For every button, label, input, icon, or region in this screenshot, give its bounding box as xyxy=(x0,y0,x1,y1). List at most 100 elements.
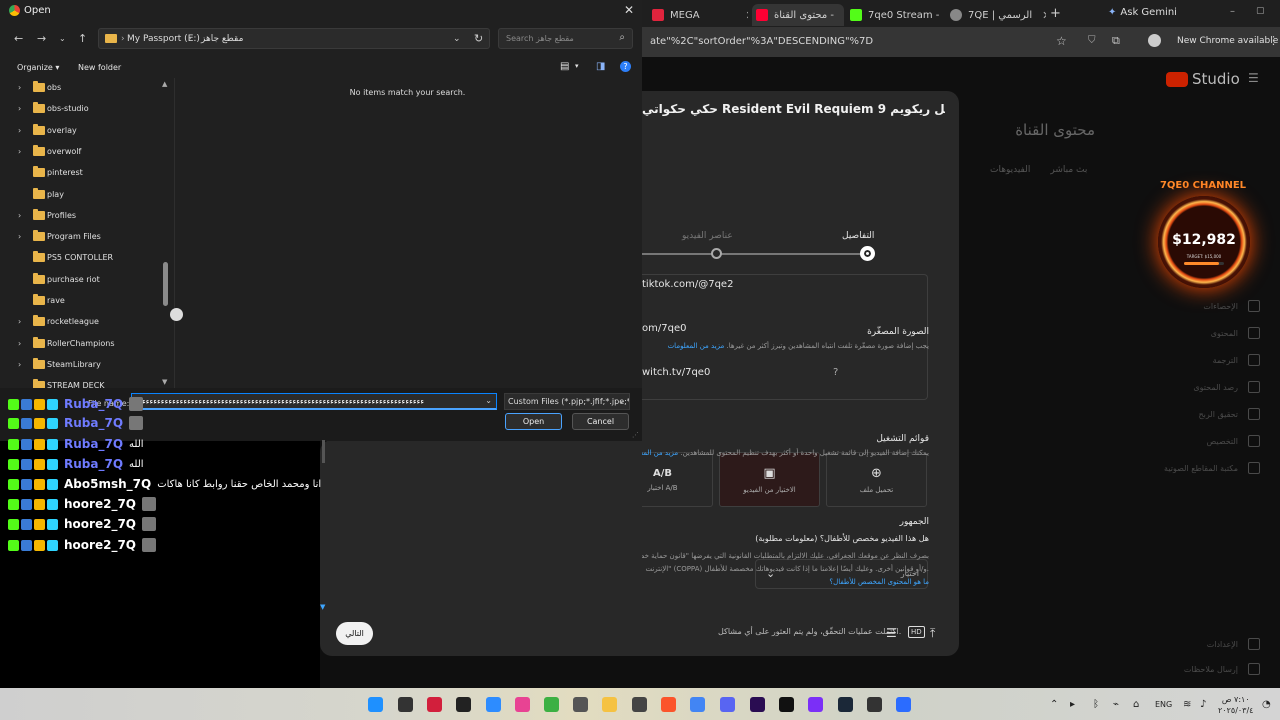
sidebar-item-customization[interactable]: التخصيص xyxy=(1150,435,1260,447)
language-indicator[interactable]: ENG xyxy=(1155,700,1172,709)
lightning-icon[interactable] xyxy=(456,697,471,712)
tray-network-icon[interactable]: ⌂ xyxy=(1133,699,1139,710)
extensions-icon[interactable]: ⧉ xyxy=(1112,34,1120,48)
studio-logo[interactable]: Studio xyxy=(1166,70,1240,88)
chevron-right-icon[interactable]: › xyxy=(18,339,21,348)
description-field[interactable]: tiktok.com/@7qe2 om/7qe0 witch.tv/7qe0 xyxy=(642,274,928,400)
refresh-icon[interactable]: ↻ xyxy=(474,32,483,45)
step-video-elements-dot[interactable] xyxy=(711,248,722,259)
app-pink-icon[interactable] xyxy=(515,697,530,712)
windows-start-icon[interactable] xyxy=(368,697,383,712)
browser-tab-7qe[interactable]: 7QE | الرسمي ✕ xyxy=(950,4,1046,26)
sidebar-item-feedback[interactable]: إرسال ملاحظات xyxy=(1150,663,1260,675)
clock[interactable]: ٧:١٠ ص ٢٠٢٥/٠٣/٤ xyxy=(1218,694,1253,716)
minimize-icon[interactable]: – xyxy=(1230,6,1235,17)
new-folder-button[interactable]: New folder xyxy=(78,63,121,72)
scroll-down-icon[interactable]: ▼ xyxy=(320,603,325,611)
chevron-down-icon[interactable]: ▾ xyxy=(575,62,579,70)
filetype-select[interactable]: Custom Files (*.pjp;*.jfif;*.jpe;*. ⌄ xyxy=(504,393,630,410)
folder-tree-item[interactable]: rave xyxy=(0,291,165,312)
sidebar-item-subtitles[interactable]: الترجمة xyxy=(1150,354,1260,366)
help-icon[interactable]: ? xyxy=(620,61,631,72)
chat-username[interactable]: hoore2_7Q xyxy=(64,497,136,511)
hamburger-icon[interactable]: ☰ xyxy=(1248,71,1259,85)
forward-icon[interactable]: → xyxy=(37,32,46,45)
step-details-dot[interactable] xyxy=(860,246,875,261)
profile-avatar[interactable] xyxy=(1148,34,1161,47)
thumbnail-learn-more-link[interactable]: مزيد من المعلومات xyxy=(668,342,725,350)
folder-tree-item[interactable]: › rocketleague xyxy=(0,312,165,333)
pane-divider[interactable] xyxy=(174,78,175,388)
chat-username[interactable]: Ruba_7Q xyxy=(64,457,123,471)
chevron-down-icon[interactable]: ⌄ xyxy=(453,34,461,44)
close-icon[interactable]: ✕ xyxy=(746,9,748,22)
browser-tab-mega[interactable]: MEGA ✕ xyxy=(652,4,748,26)
recent-locations-icon[interactable]: ⌄ xyxy=(59,34,66,43)
choose-from-video-button[interactable]: ▣ الاختيار من الفيديو xyxy=(719,452,820,507)
view-mode-icon[interactable]: ▤ xyxy=(560,61,569,72)
wifi-icon[interactable]: ≋ xyxy=(1183,699,1191,710)
chat-username[interactable]: Ruba_7Q xyxy=(64,416,123,430)
sidebar-item-content[interactable]: المحتوى xyxy=(1150,327,1260,339)
next-button[interactable]: التالي xyxy=(336,622,373,645)
chevron-right-icon[interactable]: › xyxy=(18,126,21,135)
app-blue-icon[interactable] xyxy=(486,697,501,712)
sidebar-item-copyright[interactable]: رصد المحتوى xyxy=(1150,381,1260,393)
chevron-down-icon[interactable]: ⌄ xyxy=(485,396,492,405)
sidebar-item-earn[interactable]: تحقيق الربح xyxy=(1150,408,1260,420)
chevron-right-icon[interactable]: › xyxy=(18,147,21,156)
search-icon[interactable] xyxy=(398,697,413,712)
folder-tree-item[interactable]: PS5 CONTOLLER xyxy=(0,248,165,269)
app-rec-icon[interactable] xyxy=(867,697,882,712)
app-green-icon[interactable] xyxy=(544,697,559,712)
folder-tree-item[interactable]: › SteamLibrary xyxy=(0,355,165,376)
sidebar-item-audio-library[interactable]: مكتبة المقاطع الصوتية xyxy=(1150,462,1260,474)
chevron-right-icon[interactable]: › xyxy=(18,83,21,92)
search-input[interactable]: Search مقطع جاهز ⌕ xyxy=(498,28,633,49)
app-tile-icon[interactable] xyxy=(896,697,911,712)
tray-arrow-icon[interactable]: ⌃ xyxy=(1050,699,1058,710)
scroll-down-icon[interactable]: ▼ xyxy=(162,378,167,386)
tab-videos[interactable]: الفيديوهات xyxy=(990,165,1030,175)
new-chrome-available-button[interactable]: New Chrome available xyxy=(1177,36,1278,46)
folder-tree-item[interactable]: STREAM DECK xyxy=(0,376,165,388)
tab-live[interactable]: بث مباشر xyxy=(1050,165,1087,175)
folder-tree-item[interactable]: › overlay xyxy=(0,121,165,142)
help-icon[interactable]: ? xyxy=(833,367,838,378)
tray-bluetooth-icon[interactable]: ᛒ xyxy=(1093,699,1099,710)
preview-pane-icon[interactable]: ◨ xyxy=(596,61,605,72)
folder-tree-item[interactable]: › Program Files xyxy=(0,227,165,248)
chat-username[interactable]: hoore2_7Q xyxy=(64,517,136,531)
menu-icon[interactable]: ⋮ xyxy=(1268,34,1279,47)
new-tab-button[interactable]: + xyxy=(1050,6,1061,21)
tray-usb-icon[interactable]: ⌁ xyxy=(1113,699,1119,710)
chevron-right-icon[interactable]: › xyxy=(18,232,21,241)
open-button[interactable]: Open xyxy=(505,413,562,430)
tree-scrollbar[interactable] xyxy=(163,262,168,306)
capcut-icon[interactable] xyxy=(779,697,794,712)
app-red-icon[interactable] xyxy=(427,697,442,712)
cancel-button[interactable]: Cancel xyxy=(572,413,629,430)
folder-tree-item[interactable]: › RollerChampions xyxy=(0,334,165,355)
upload-thumbnail-button[interactable]: ⊕ تحميل ملف xyxy=(826,452,927,507)
browser-tab-channel-content[interactable]: محتوى القناة - ✕ xyxy=(752,4,844,26)
ab-test-button[interactable]: A/B اختبار A/B xyxy=(642,452,713,507)
app-grid-icon[interactable] xyxy=(808,697,823,712)
folder-tree-item[interactable]: › obs xyxy=(0,78,165,99)
audience-link[interactable]: ما هو المحتوى المخصص للأطفال؟ xyxy=(829,578,929,586)
organize-button[interactable]: Organize ▾ xyxy=(17,63,59,72)
file-explorer-icon[interactable] xyxy=(602,697,617,712)
chevron-right-icon[interactable]: › xyxy=(18,360,21,369)
playlists-learn-more-link[interactable]: مزيد من المعلومات xyxy=(642,449,678,457)
folder-tree-item[interactable]: pinterest xyxy=(0,163,165,184)
folder-tree-item[interactable]: › overwolf xyxy=(0,142,165,163)
close-icon[interactable]: ✕ xyxy=(1042,9,1046,22)
folder-tree-item[interactable]: purchase riot xyxy=(0,270,165,291)
shield-icon[interactable]: ⛉ xyxy=(1088,35,1096,46)
scroll-up-icon[interactable]: ▲ xyxy=(162,80,167,88)
chat-username[interactable]: Ruba_7Q xyxy=(64,437,123,451)
close-icon[interactable]: ✕ xyxy=(624,3,634,17)
steam-icon[interactable] xyxy=(838,697,853,712)
resize-grip-icon[interactable]: ⋰ xyxy=(632,431,639,439)
discord-icon[interactable] xyxy=(720,697,735,712)
